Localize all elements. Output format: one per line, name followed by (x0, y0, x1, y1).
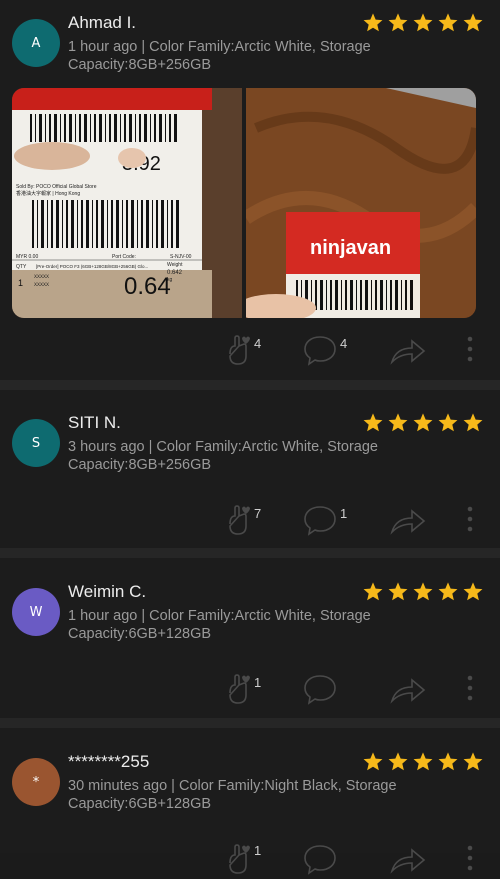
hk-line: 香港油大字報家 | Hong Kong (16, 190, 80, 197)
like-count: 4 (254, 336, 262, 351)
more-vertical-icon[interactable] (467, 845, 473, 873)
more-vertical-icon[interactable] (467, 675, 473, 703)
more-vertical-icon[interactable] (467, 506, 473, 534)
weight-label: Weight (167, 262, 183, 268)
star-icon (388, 582, 408, 601)
parcel-label-image: 3.92 Sold By: POCO Official Global Store… (12, 88, 242, 318)
brand-text: ninjavan (310, 237, 391, 259)
star-icon (463, 413, 483, 432)
review-card: W Weimin C. 1 hour ago | Color Family:Ar… (0, 558, 500, 718)
comment-count: 4 (340, 336, 348, 351)
share-arrow-icon[interactable] (390, 675, 426, 705)
comment-bubble-icon[interactable] (302, 504, 338, 536)
review-card: * ********255 30 minutes ago | Color Fam… (0, 728, 500, 875)
star-rating (362, 751, 484, 773)
star-icon (388, 413, 408, 432)
qty-value: 1 (18, 278, 23, 288)
avatar[interactable]: W (12, 588, 60, 636)
code-label: S-NJV-00 (170, 254, 192, 260)
store-line: Sold By: POCO Official Global Store (16, 184, 97, 190)
star-icon (463, 13, 483, 32)
finger-heart-icon[interactable] (226, 843, 254, 875)
star-rating (362, 412, 484, 434)
review-actions: 7 1 (0, 500, 500, 540)
separator (0, 718, 500, 728)
order-line: [Pre-Order] POCO F3 (6GB+128GB/8GB+256GB… (36, 264, 148, 269)
masked-2: XXXXX (34, 282, 49, 288)
comment-count: 1 (340, 506, 348, 521)
review-actions: 4 4 (0, 330, 500, 370)
star-icon (413, 413, 433, 432)
star-rating (362, 581, 484, 603)
share-arrow-icon[interactable] (390, 336, 426, 366)
comment-bubble-icon[interactable] (302, 334, 338, 366)
finger-heart-icon[interactable] (226, 504, 254, 536)
like-count: 1 (254, 675, 262, 690)
like-count: 7 (254, 506, 262, 521)
avatar-letter: W (29, 604, 43, 620)
review-meta: 1 hour ago | Color Family:Arctic White, … (68, 39, 371, 73)
star-icon (388, 752, 408, 771)
star-icon (438, 582, 458, 601)
star-icon (363, 13, 383, 32)
finger-heart-icon[interactable] (226, 334, 254, 366)
star-icon (438, 752, 458, 771)
reviewer-name[interactable]: Weimin C. (68, 582, 146, 602)
share-arrow-icon[interactable] (390, 506, 426, 536)
review-meta: 30 minutes ago | Color Family:Night Blac… (68, 778, 397, 812)
avatar[interactable]: * (12, 758, 60, 806)
like-count: 1 (254, 843, 262, 858)
masked-1: XXXXX (34, 274, 49, 280)
star-icon (413, 13, 433, 32)
myr-label: MYR 0.00 (16, 254, 38, 260)
star-rating (362, 12, 484, 34)
finger-heart-icon[interactable] (226, 673, 254, 705)
reviewer-name[interactable]: SITI N. (68, 413, 121, 433)
star-icon (438, 413, 458, 432)
star-icon (413, 582, 433, 601)
star-icon (413, 752, 433, 771)
review-photo-1[interactable]: 3.92 Sold By: POCO Official Global Store… (12, 88, 242, 318)
reviewer-name[interactable]: Ahmad I. (68, 13, 136, 33)
qty-label: QTY (16, 264, 27, 270)
avatar-letter: A (31, 35, 41, 51)
port-code-label: Port Code: (112, 254, 136, 260)
review-meta: 1 hour ago | Color Family:Arctic White, … (68, 608, 371, 642)
more-vertical-icon[interactable] (467, 336, 473, 364)
handwritten-bottom: 0.64 (124, 273, 171, 300)
review-card: A Ahmad I. 1 hour ago | Color Family:Arc… (0, 0, 500, 380)
review-actions: 1 (0, 669, 500, 709)
review-actions: 1 (0, 839, 500, 879)
avatar-letter: S (31, 435, 41, 451)
review-photo-2[interactable]: ninjavan (246, 88, 476, 318)
review-meta: 3 hours ago | Color Family:Arctic White,… (68, 439, 378, 473)
avatar[interactable]: S (12, 419, 60, 467)
star-icon (363, 413, 383, 432)
comment-bubble-icon[interactable] (302, 673, 338, 705)
reviewer-name[interactable]: ********255 (68, 752, 149, 772)
star-icon (463, 752, 483, 771)
share-arrow-icon[interactable] (390, 845, 426, 875)
star-icon (363, 582, 383, 601)
review-photos: 3.92 Sold By: POCO Official Global Store… (12, 88, 476, 318)
separator (0, 380, 500, 390)
star-icon (363, 752, 383, 771)
star-icon (438, 13, 458, 32)
star-icon (463, 582, 483, 601)
separator (0, 548, 500, 558)
review-card: S SITI N. 3 hours ago | Color Family:Arc… (0, 390, 500, 548)
star-icon (388, 13, 408, 32)
avatar[interactable]: A (12, 19, 60, 67)
parcel-ninjavan-image: ninjavan (246, 88, 476, 318)
comment-bubble-icon[interactable] (302, 843, 338, 875)
avatar-letter: * (32, 774, 40, 790)
